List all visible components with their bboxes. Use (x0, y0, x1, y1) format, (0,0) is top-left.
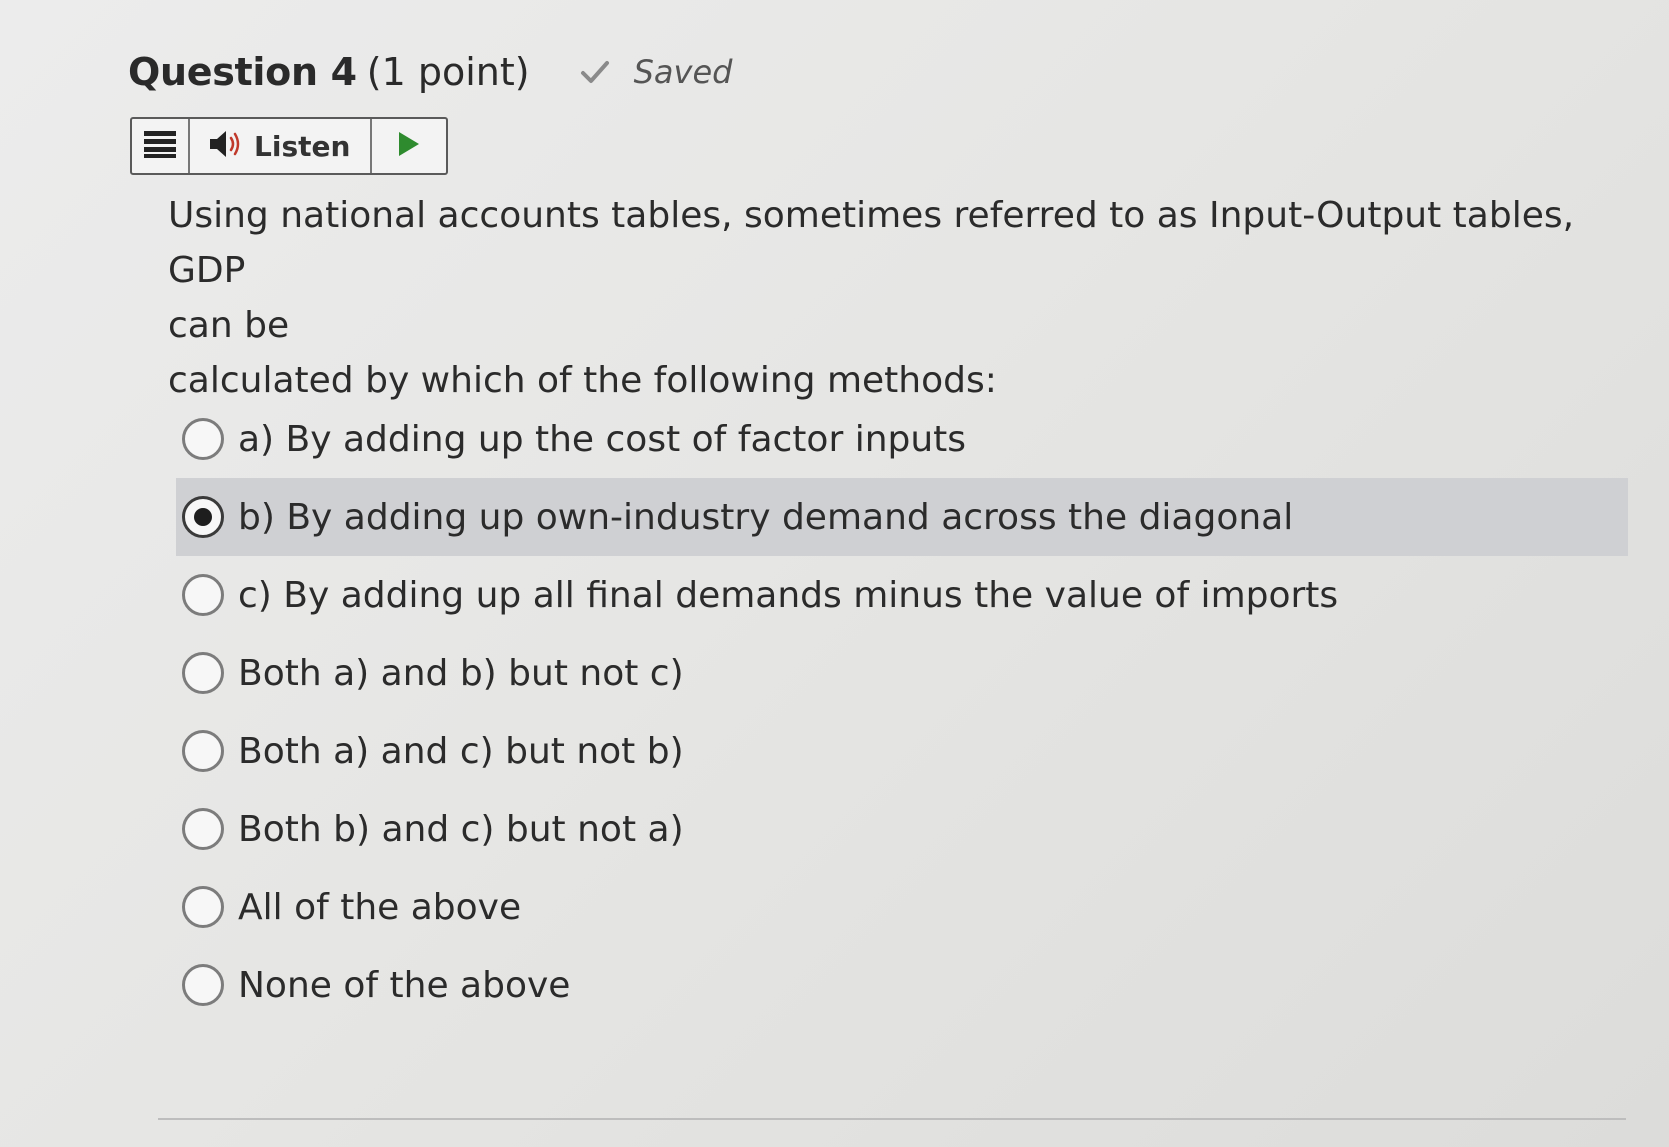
option-label: Both a) and b) but not c) (238, 652, 684, 694)
play-button[interactable] (372, 119, 446, 173)
speaker-icon (208, 129, 244, 163)
radio-button[interactable] (182, 418, 224, 460)
answer-option-c[interactable]: c) By adding up all final demands minus … (176, 556, 1628, 634)
question-header: Question 4 (1 point) Saved (128, 50, 732, 94)
radio-button[interactable] (182, 730, 224, 772)
answer-option-bc[interactable]: Both b) and c) but not a) (176, 790, 1628, 868)
radio-button[interactable] (182, 574, 224, 616)
play-icon (397, 131, 421, 161)
answer-option-all[interactable]: All of the above (176, 868, 1628, 946)
radio-button[interactable] (182, 496, 224, 538)
divider (158, 1118, 1626, 1120)
answer-option-a[interactable]: a) By adding up the cost of factor input… (176, 400, 1628, 478)
radio-button[interactable] (182, 652, 224, 694)
toolbar-menu-button[interactable] (132, 119, 190, 173)
answer-option-ab[interactable]: Both a) and b) but not c) (176, 634, 1628, 712)
option-label: None of the above (238, 964, 571, 1006)
option-label: Both b) and c) but not a) (238, 808, 684, 850)
listen-label: Listen (254, 129, 351, 163)
radio-button[interactable] (182, 886, 224, 928)
answer-option-ac[interactable]: Both a) and c) but not b) (176, 712, 1628, 790)
read-aloud-toolbar: Listen (130, 117, 449, 175)
radio-button[interactable] (182, 808, 224, 850)
option-label: All of the above (238, 886, 522, 928)
answer-option-b[interactable]: b) By adding up own-industry demand acro… (176, 478, 1628, 556)
check-icon (578, 55, 612, 89)
answer-options: a) By adding up the cost of factor input… (176, 400, 1628, 1024)
option-label: b) By adding up own-industry demand acro… (238, 496, 1294, 538)
radio-button[interactable] (182, 964, 224, 1006)
answer-option-none[interactable]: None of the above (176, 946, 1628, 1024)
prompt-line: Using national accounts tables, sometime… (168, 195, 1575, 291)
listen-button[interactable]: Listen (190, 119, 373, 173)
saved-status: Saved (578, 53, 733, 91)
prompt-line: can be (168, 305, 290, 346)
question-points: (1 point) (366, 50, 530, 94)
option-label: Both a) and c) but not b) (238, 730, 684, 772)
question-prompt: Using national accounts tables, sometime… (168, 188, 1598, 408)
saved-label: Saved (633, 53, 733, 91)
hamburger-menu-icon (144, 130, 176, 162)
option-label: a) By adding up the cost of factor input… (238, 418, 967, 460)
question-title: Question 4 (128, 50, 357, 94)
option-label: c) By adding up all final demands minus … (238, 574, 1339, 616)
